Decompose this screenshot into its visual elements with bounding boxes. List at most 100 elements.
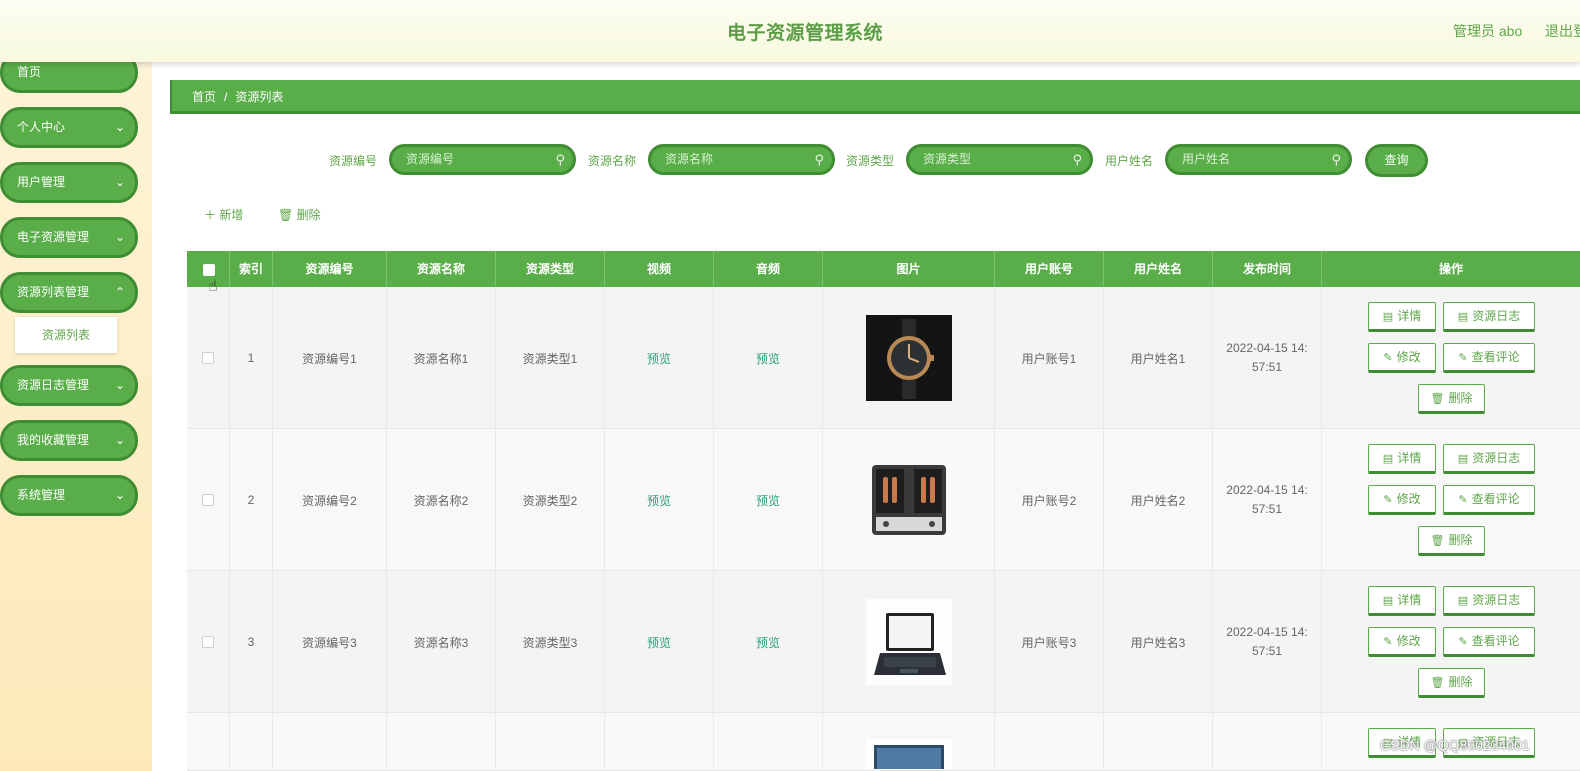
- edit-button[interactable]: ✎ 修改: [1368, 485, 1436, 515]
- detail-button[interactable]: ▤ 详情: [1368, 586, 1436, 616]
- view-comments-button[interactable]: ✎ 查看评论: [1443, 485, 1535, 515]
- trash-icon: 🗑: [1430, 393, 1445, 405]
- cell-name: 资源名称3: [387, 571, 496, 713]
- laptop-image[interactable]: [865, 599, 952, 685]
- cell-type: 资源类型1: [496, 287, 605, 429]
- col-date[interactable]: 发布时间: [1213, 251, 1322, 287]
- mouse-cursor-icon: ☝: [208, 278, 218, 295]
- sidebar-item-resource-log-management[interactable]: 资源日志管理 ⌄: [0, 365, 138, 406]
- col-index[interactable]: 索引: [230, 251, 273, 287]
- chevron-down-icon: ⌄: [114, 378, 125, 392]
- cell-type: 资源类型2: [496, 429, 605, 571]
- delete-button[interactable]: 🗑 删除: [1418, 384, 1485, 414]
- audio-preview-link[interactable]: 预览: [714, 429, 823, 571]
- cell-account: 用户账号2: [995, 429, 1104, 571]
- detail-button[interactable]: ▤ 详情: [1368, 444, 1436, 474]
- audio-preview-link[interactable]: 预览: [714, 287, 823, 429]
- sidebar-subitem-resource-list[interactable]: 资源列表: [15, 317, 117, 353]
- batch-delete-button[interactable]: 🗑 删除: [278, 206, 321, 223]
- cell-image: [823, 429, 995, 571]
- table-row: ▤ 详情 ▤ 资源日志: [187, 713, 1580, 771]
- cell-index: 1: [230, 287, 273, 429]
- breadcrumb-home[interactable]: 首页: [192, 90, 216, 104]
- col-code[interactable]: 资源编号: [273, 251, 387, 287]
- chevron-down-icon: ⌄: [114, 230, 125, 244]
- cell-name: [387, 713, 496, 770]
- date-line: 2022-04-15 14:: [1226, 625, 1308, 639]
- document-icon: ▤: [1457, 453, 1469, 465]
- user-label: 管理员 abo: [1453, 23, 1523, 39]
- sidebar-item-resource-list-management[interactable]: 资源列表管理 ⌃: [0, 272, 138, 313]
- col-username[interactable]: 用户姓名: [1104, 251, 1213, 287]
- row-checkbox[interactable]: [202, 352, 214, 364]
- detail-button[interactable]: ▤ 详情: [1368, 302, 1436, 332]
- cell-actions: ▤ 详情 ▤ 资源日志 ✎ 修改 ✎ 查看评论 🗑 删除: [1322, 429, 1580, 571]
- breadcrumb: 首页 / 资源列表: [170, 80, 1580, 114]
- document-icon: ▤: [1457, 311, 1469, 323]
- laptop-image[interactable]: [865, 739, 952, 769]
- sidebar: 首页 个人中心 ⌄ 用户管理 ⌄ 电子资源管理 ⌄ 资源列表管理 ⌃ 资源列表 …: [0, 52, 152, 771]
- col-image[interactable]: 图片: [823, 251, 995, 287]
- delete-button[interactable]: 🗑 删除: [1418, 526, 1485, 556]
- view-comments-button[interactable]: ✎ 查看评论: [1443, 343, 1535, 373]
- view-comments-button[interactable]: ✎ 查看评论: [1443, 627, 1535, 657]
- sidebar-item-label: 系统管理: [17, 488, 66, 502]
- audio-preview-link[interactable]: 预览: [714, 571, 823, 713]
- row-checkbox[interactable]: [202, 494, 214, 506]
- search-icon: ⚲: [1072, 152, 1082, 167]
- watermark: CSDN @QQ860234001: [1380, 737, 1530, 753]
- sidebar-item-personal-center[interactable]: 个人中心 ⌄: [0, 107, 138, 148]
- logout-link[interactable]: 退出登录: [1545, 21, 1580, 41]
- query-button[interactable]: 查询: [1365, 144, 1428, 177]
- cell-username: 用户姓名1: [1104, 287, 1213, 429]
- video-preview-link[interactable]: 预览: [605, 429, 714, 571]
- col-type[interactable]: 资源类型: [496, 251, 605, 287]
- log-label: 资源日志: [1472, 309, 1521, 323]
- search-label-name: 资源名称: [588, 154, 637, 168]
- amplifier-image[interactable]: [865, 457, 952, 543]
- edit-icon: ✎: [1458, 352, 1468, 364]
- watch-image[interactable]: [865, 315, 952, 401]
- row-checkbox[interactable]: [202, 636, 214, 648]
- search-input-type[interactable]: 资源类型 ⚲: [906, 144, 1093, 175]
- row-checkbox-cell: [187, 571, 230, 713]
- sidebar-item-e-resource-management[interactable]: 电子资源管理 ⌄: [0, 217, 138, 258]
- cell-index: [230, 713, 273, 770]
- sidebar-item-user-management[interactable]: 用户管理 ⌄: [0, 162, 138, 203]
- cell-account: 用户账号1: [995, 287, 1104, 429]
- add-button[interactable]: ＋ 新增: [204, 206, 243, 223]
- col-name[interactable]: 资源名称: [387, 251, 496, 287]
- table-row: 1 资源编号1 资源名称1 资源类型1 预览 预览 用户账号1 用户姓名1 20…: [187, 287, 1580, 429]
- delete-button[interactable]: 🗑 删除: [1418, 668, 1485, 698]
- cell-username: [1104, 713, 1213, 770]
- top-header: 电子资源管理系统 管理员 abo 退出登录: [0, 0, 1580, 62]
- col-audio[interactable]: 音频: [714, 251, 823, 287]
- search-input-name[interactable]: 资源名称 ⚲: [648, 144, 835, 175]
- row-checkbox-cell: [187, 713, 230, 770]
- col-account[interactable]: 用户账号: [995, 251, 1104, 287]
- sidebar-item-system-management[interactable]: 系统管理 ⌄: [0, 475, 138, 516]
- search-input-code[interactable]: 资源编号 ⚲: [389, 144, 576, 175]
- document-icon: ▤: [1457, 595, 1469, 607]
- cell-code: 资源编号2: [273, 429, 387, 571]
- sidebar-item-label: 资源列表管理: [17, 285, 90, 299]
- cell-date: 2022-04-15 14: 57:51: [1213, 571, 1322, 713]
- resource-log-button[interactable]: ▤ 资源日志: [1443, 444, 1535, 474]
- sidebar-item-favorites-management[interactable]: 我的收藏管理 ⌄: [0, 420, 138, 461]
- edit-button[interactable]: ✎ 修改: [1368, 343, 1436, 373]
- comments-label: 查看评论: [1471, 634, 1520, 648]
- edit-icon: ✎: [1383, 352, 1393, 364]
- video-preview-link[interactable]: 预览: [605, 287, 714, 429]
- col-video[interactable]: 视频: [605, 251, 714, 287]
- resource-log-button[interactable]: ▤ 资源日志: [1443, 302, 1535, 332]
- search-placeholder: 资源名称: [665, 152, 714, 166]
- resource-log-button[interactable]: ▤ 资源日志: [1443, 586, 1535, 616]
- search-icon: ⚲: [814, 152, 824, 167]
- edit-button[interactable]: ✎ 修改: [1368, 627, 1436, 657]
- search-input-username[interactable]: 用户姓名 ⚲: [1165, 144, 1352, 175]
- chevron-down-icon: ⌄: [114, 488, 125, 502]
- select-all-checkbox[interactable]: [203, 264, 215, 276]
- video-preview-link[interactable]: 预览: [605, 571, 714, 713]
- cell-account: 用户账号3: [995, 571, 1104, 713]
- row-checkbox-cell: [187, 429, 230, 571]
